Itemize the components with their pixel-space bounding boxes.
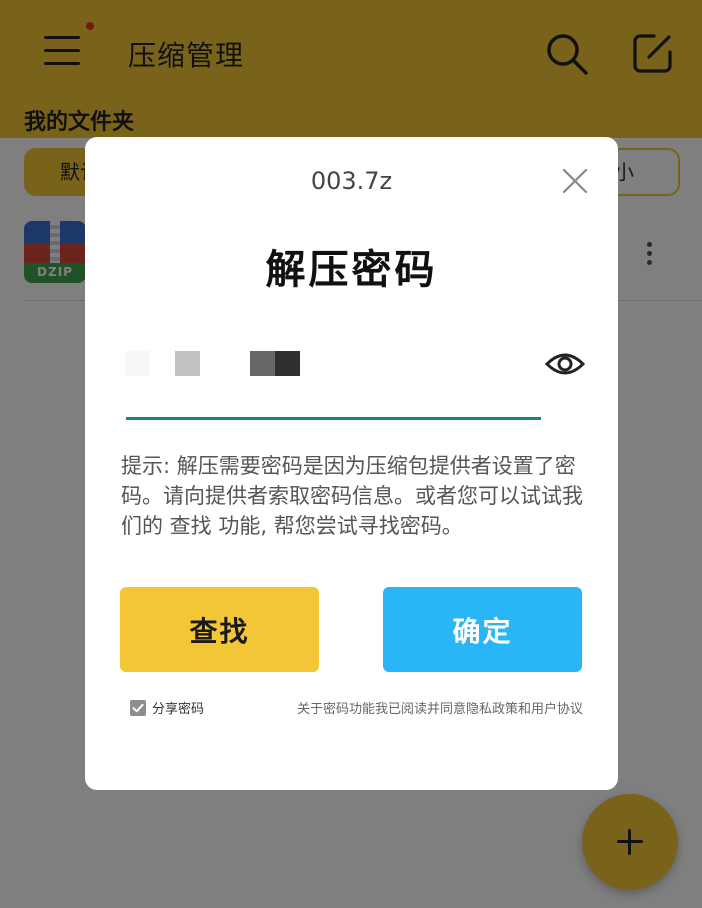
password-input[interactable] (125, 347, 545, 401)
show-password-eye-icon[interactable] (545, 346, 585, 382)
agreement-text[interactable]: 关于密码功能我已阅读并同意隐私政策和用户协议 (281, 698, 583, 717)
share-password-label: 分享密码 (152, 702, 205, 717)
masked-char (275, 351, 300, 376)
password-hint-text: 提示: 解压需要密码是因为压缩包提供者设置了密码。请向提供者索取密码信息。或者您… (121, 454, 583, 538)
password-dialog: 003.7z 解压密码 提示: 解压需要密码是因为压缩包提供者设置了密码。请向提… (85, 137, 618, 790)
dialog-title: 解压密码 (265, 247, 438, 293)
close-icon[interactable] (561, 167, 589, 195)
password-input-underline (126, 417, 541, 420)
find-button[interactable]: 查找 (120, 587, 319, 672)
confirm-button[interactable]: 确定 (383, 587, 582, 672)
archive-filename: 003.7z (310, 167, 393, 195)
masked-char (250, 351, 275, 376)
app-screen: 压缩管理 我的文件夹 默认 大小 DZIP 003.7z 解压密码 (0, 0, 702, 908)
masked-char (175, 351, 200, 376)
masked-char (125, 351, 150, 376)
share-password-checkbox[interactable] (130, 700, 146, 716)
